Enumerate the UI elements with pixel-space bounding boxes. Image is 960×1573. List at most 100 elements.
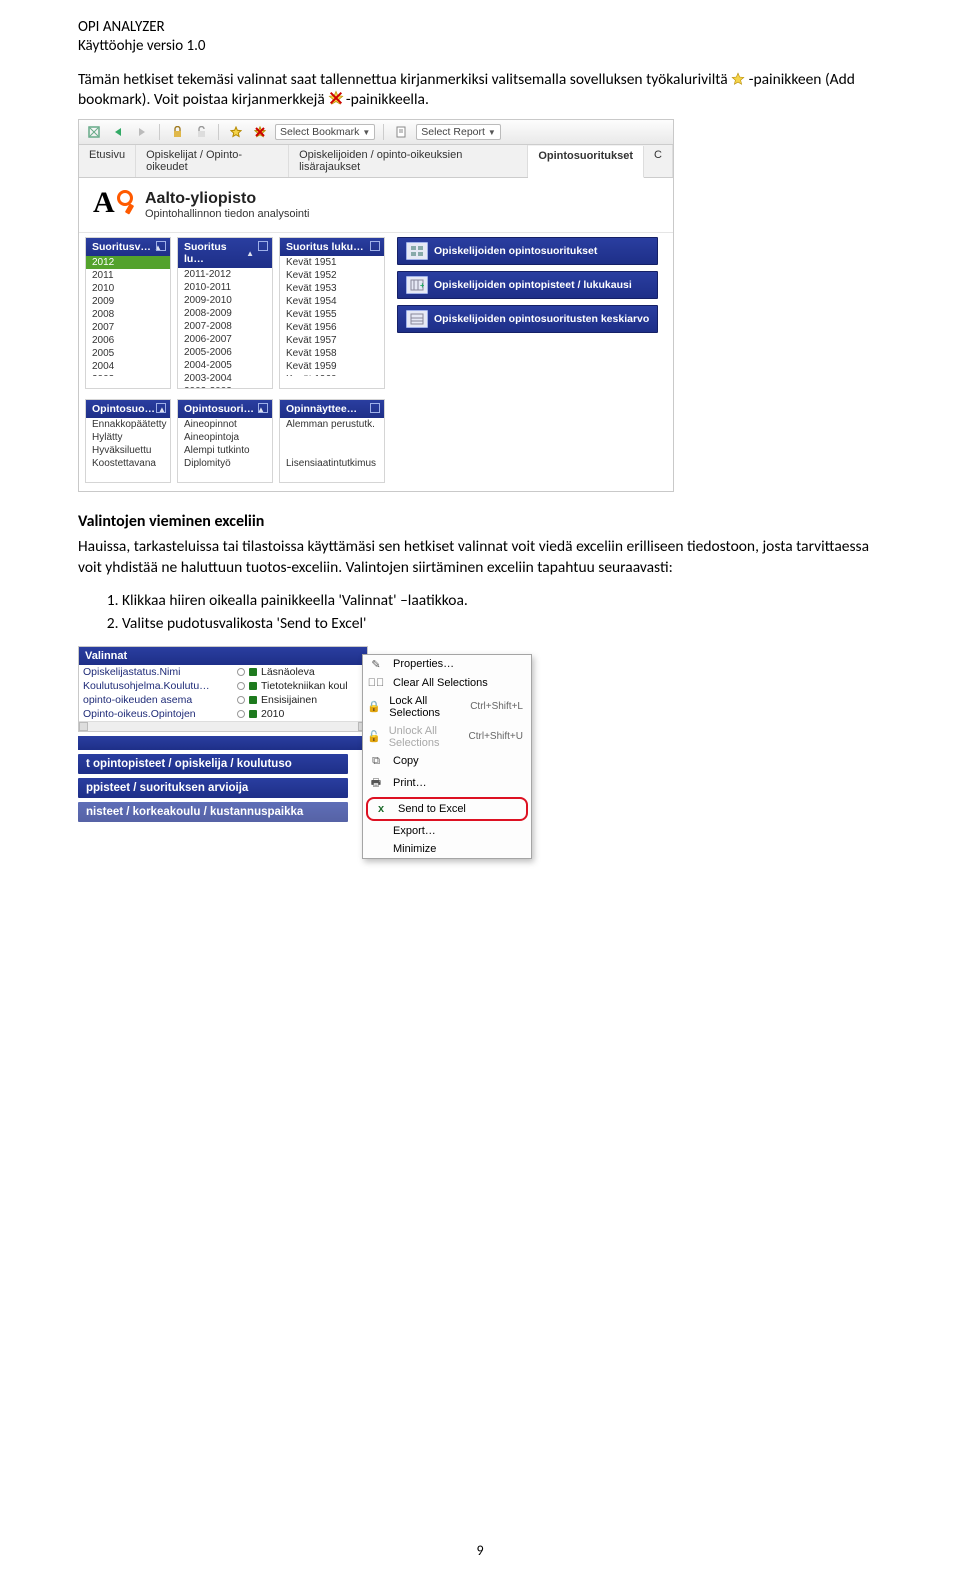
list-item[interactable]: Kevät 1957 xyxy=(280,334,384,347)
ctx-print[interactable]: 🖶Print… xyxy=(363,771,531,796)
bookmark-remove-icon[interactable] xyxy=(251,123,269,141)
list-item[interactable]: 2006-2007 xyxy=(178,333,272,346)
list-item[interactable]: Kevät 1951 xyxy=(280,256,384,269)
tab-more[interactable]: C xyxy=(644,145,673,177)
aalto-logo-icon: A xyxy=(93,188,133,222)
ctx-export[interactable]: Export… xyxy=(363,822,531,840)
list-item[interactable] xyxy=(280,431,384,444)
list-item[interactable]: 2003 xyxy=(86,373,170,376)
list-item[interactable]: 2006 xyxy=(86,334,170,347)
selection-row[interactable]: opinto-oikeuden asemaEnsisijainen xyxy=(79,693,367,707)
list-item[interactable] xyxy=(280,444,384,457)
scroll-left-icon[interactable] xyxy=(79,722,88,731)
list-item[interactable]: Hylätty xyxy=(86,431,170,444)
list-item[interactable]: 2011 xyxy=(86,269,170,282)
selections-panel[interactable]: Valinnat Opiskelijastatus.NimiLäsnäoleva… xyxy=(78,646,368,732)
intro-para: Tämän hetkiset tekemäsi valinnat saat ta… xyxy=(78,70,890,112)
back-icon[interactable] xyxy=(109,123,127,141)
clear-icon[interactable] xyxy=(85,123,103,141)
list-item[interactable]: Kevät 1956 xyxy=(280,321,384,334)
ctx-properties[interactable]: ✎Properties… xyxy=(363,655,531,674)
ctx-minimize[interactable]: Minimize xyxy=(363,840,531,858)
ctx-copy[interactable]: ⧉Copy xyxy=(363,752,531,771)
list-item[interactable]: Hyväksiluettu xyxy=(86,444,170,457)
list-item[interactable]: Diplomityö xyxy=(178,457,272,470)
list-item[interactable]: 2010-2011 xyxy=(178,281,272,294)
list-item[interactable]: 2003-2004 xyxy=(178,372,272,385)
list-item[interactable]: 2002-2003 xyxy=(178,385,272,388)
svg-text:+: + xyxy=(420,281,424,290)
list-item[interactable]: 2004-2005 xyxy=(178,359,272,372)
list-item[interactable]: Kevät 1954 xyxy=(280,295,384,308)
tab-opintosuoritukset[interactable]: Opintosuoritukset xyxy=(528,146,644,178)
panel-menu-icon[interactable] xyxy=(370,403,380,413)
list-item[interactable]: 2004 xyxy=(86,360,170,373)
list-item[interactable]: Koostettavana xyxy=(86,457,170,470)
copy-icon: ⧉ xyxy=(367,755,385,768)
selection-row[interactable]: Opinto-oikeus.Opintojen2010 xyxy=(79,707,367,721)
list-item[interactable]: 2007 xyxy=(86,321,170,334)
list-item[interactable]: Kevät 1952 xyxy=(280,269,384,282)
list-item[interactable]: Alempi tutkinto xyxy=(178,444,272,457)
list-item[interactable]: Kevät 1959 xyxy=(280,360,384,373)
list-item[interactable]: 2012 xyxy=(86,256,170,269)
tab-etusivu[interactable]: Etusivu xyxy=(79,145,136,177)
panel-opintosuo[interactable]: Opintosuo…▲ Ennakkopäätetty Hylätty Hyvä… xyxy=(85,399,171,483)
list-item[interactable]: 2008 xyxy=(86,308,170,321)
context-menu: ✎Properties… �⃠Clear All Selections 🔒Loc… xyxy=(362,654,532,859)
panel-menu-icon[interactable] xyxy=(258,403,268,413)
panel-menu-icon[interactable] xyxy=(258,241,268,251)
panel-menu-icon[interactable] xyxy=(370,241,380,251)
unlock-icon[interactable] xyxy=(192,123,210,141)
list-item[interactable]: 2009 xyxy=(86,295,170,308)
grid-avg-icon xyxy=(406,310,428,328)
list-item[interactable]: Aineopintoja xyxy=(178,431,272,444)
list-item[interactable]: Kevät 1953 xyxy=(280,282,384,295)
bookmark-dropdown[interactable]: Select Bookmark▼ xyxy=(275,124,375,140)
ctx-clear[interactable]: �⃠Clear All Selections xyxy=(363,674,531,692)
list-item[interactable]: 2005 xyxy=(86,347,170,360)
list-item[interactable]: Lisensiaatintutkimus xyxy=(280,457,384,470)
report-icon[interactable] xyxy=(392,123,410,141)
list-item[interactable]: Ennakkopäätetty xyxy=(86,418,170,431)
selection-row[interactable]: Opiskelijastatus.NimiLäsnäoleva xyxy=(79,665,367,679)
list-item[interactable]: Kevät 1958 xyxy=(280,347,384,360)
panel-suoritusluku[interactable]: Suoritus luku… Kevät 1951 Kevät 1952 Kev… xyxy=(279,237,385,389)
panel-opinnayttee[interactable]: Opinnäyttee… Alemman perustutk. Lisensia… xyxy=(279,399,385,483)
list-item[interactable]: Aineopinnot xyxy=(178,418,272,431)
section-export-body: Hauissa, tarkasteluissa tai tilastoissa … xyxy=(78,537,890,579)
star-remove-icon xyxy=(328,90,342,104)
panel-menu-icon[interactable] xyxy=(156,241,166,251)
list-item[interactable]: Alemman perustutk. xyxy=(280,418,384,431)
ctx-lock[interactable]: 🔒Lock All SelectionsCtrl+Shift+L xyxy=(363,692,531,722)
panel-menu-icon[interactable] xyxy=(156,403,166,413)
list-item[interactable]: 2009-2010 xyxy=(178,294,272,307)
bar-1[interactable]: t opintopisteet / opiskelija / koulutuso xyxy=(78,754,348,774)
tab-opiskelijat[interactable]: Opiskelijat / Opinto-oikeudet xyxy=(136,145,289,177)
bookmark-add-icon[interactable] xyxy=(227,123,245,141)
list-item[interactable]: Kevät 1955 xyxy=(280,308,384,321)
tab-lisarajaukset[interactable]: Opiskelijoiden / opinto-oikeuksien lisär… xyxy=(289,145,528,177)
bar-3[interactable]: nisteet / korkeakoulu / kustannuspaikka xyxy=(78,802,348,822)
step-2: Valitse pudotusvalikosta 'Send to Excel' xyxy=(122,612,890,635)
lock-icon[interactable] xyxy=(168,123,186,141)
report-dropdown[interactable]: Select Report▼ xyxy=(416,124,501,140)
panel-suoritusv[interactable]: Suoritusv…▲ 2012 2011 2010 2009 2008 200… xyxy=(85,237,171,389)
ctx-send-to-excel[interactable]: xSend to Excel xyxy=(368,800,522,818)
star-add-icon xyxy=(731,72,745,86)
list-item[interactable]: 2007-2008 xyxy=(178,320,272,333)
list-item[interactable]: 2010 xyxy=(86,282,170,295)
selection-row[interactable]: Koulutusohjelma.Koulutu…Tietotekniikan k… xyxy=(79,679,367,693)
right-option-3[interactable]: Opiskelijoiden opintosuoritusten keskiar… xyxy=(397,305,658,333)
bar-2[interactable]: ppisteet / suorituksen arvioija xyxy=(78,778,348,798)
list-item[interactable]: 2011-2012 xyxy=(178,268,272,281)
right-option-2[interactable]: +Opiskelijoiden opintopisteet / lukukaus… xyxy=(397,271,658,299)
forward-icon[interactable] xyxy=(133,123,151,141)
list-item[interactable]: 2005-2006 xyxy=(178,346,272,359)
list-item[interactable]: 2008-2009 xyxy=(178,307,272,320)
list-item[interactable]: Kevät 1960 xyxy=(280,373,384,376)
chevron-down-icon: ▼ xyxy=(488,128,496,137)
panel-opintosuori[interactable]: Opintosuori…▲ Aineopinnot Aineopintoja A… xyxy=(177,399,273,483)
right-option-1[interactable]: Opiskelijoiden opintosuoritukset xyxy=(397,237,658,265)
panel-suorituslu[interactable]: Suoritus lu…▲ 2011-2012 2010-2011 2009-2… xyxy=(177,237,273,389)
